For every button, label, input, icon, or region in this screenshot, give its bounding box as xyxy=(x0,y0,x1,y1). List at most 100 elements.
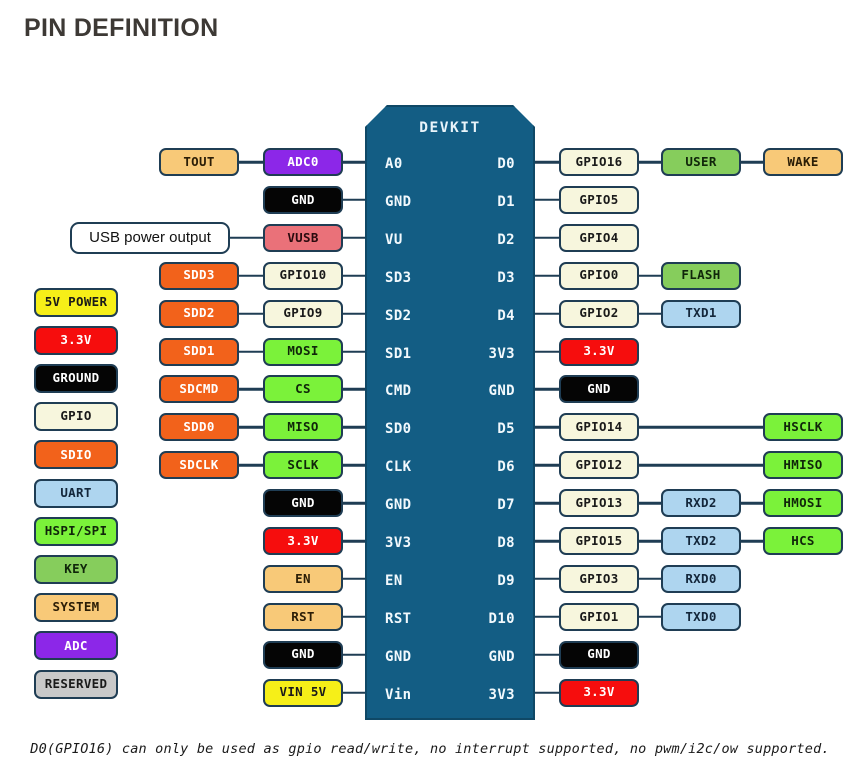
pin-chip-hmiso: HMISO xyxy=(763,451,843,480)
pin-chip-hsclk: HSCLK xyxy=(763,413,843,442)
devkit-board: DEVKIT A0 GND VU SD3 SD2 SD1 CMD SD0 CLK GND 3V3 EN… xyxy=(365,105,535,720)
wire-right-mid-to-outer-9 xyxy=(741,501,763,505)
pin-chip-txd0: TXD0 xyxy=(661,602,741,631)
wire-right-inner-to-mid-11 xyxy=(639,577,661,581)
board-left-pin-cmd: CMD xyxy=(385,383,412,400)
pin-chip-tout: TOUT xyxy=(159,148,239,176)
pin-chip-rxd0: RXD0 xyxy=(661,564,741,593)
wire-left-inner-to-board-6 xyxy=(343,388,365,391)
board-left-pin-a0: A0 xyxy=(385,156,403,172)
pin-chip-mosi: MOSI xyxy=(263,337,343,366)
wire-right-inner-to-mid-9 xyxy=(639,501,661,505)
board-left-pin-vu: VU xyxy=(385,231,403,248)
wire-right-inner-to-mid-12 xyxy=(639,615,661,619)
pin-chip-en: EN xyxy=(263,564,343,593)
wire-right-inner-to-outer-8 xyxy=(639,463,763,467)
board-left-pin-sd0: SD0 xyxy=(385,421,412,438)
board-right-pin-gnd: GND xyxy=(488,383,515,400)
pin-chip-rst: RST xyxy=(263,602,343,631)
pin-chip-gpio3-r: GPIO3 xyxy=(559,564,639,593)
wire-right-inner-to-mid-10 xyxy=(639,539,661,543)
pin-chip-cs: CS xyxy=(263,375,343,404)
pin-chip-flash: FLASH xyxy=(661,261,741,290)
pin-chip-rxd2: RXD2 xyxy=(661,489,741,518)
board-left-pin-clk: CLK xyxy=(385,459,412,476)
pin-chip-vusb: VUSB xyxy=(263,223,343,252)
board-left-pin-3v3: 3V3 xyxy=(385,535,412,551)
pin-chip-hmosi: HMOSI xyxy=(763,489,843,518)
board-left-pin-en: EN xyxy=(385,572,403,589)
legend-item-reserved: RESERVED xyxy=(34,669,118,699)
wire-board-to-right-inner-0 xyxy=(535,160,559,164)
pin-chip-txd1: TXD1 xyxy=(661,299,741,328)
pin-chip-hcs: HCS xyxy=(763,527,843,555)
board-right-pin-d4: D4 xyxy=(497,307,515,324)
wire-left-outer-to-inner-8 xyxy=(239,463,263,467)
wire-board-to-right-inner-9 xyxy=(535,501,559,505)
board-right-pin-d5: D5 xyxy=(497,421,515,438)
wire-left-inner-to-board-4 xyxy=(343,312,365,315)
wire-board-to-right-inner-3 xyxy=(535,274,559,277)
board-right-pin-d3: D3 xyxy=(497,269,515,286)
wire-board-to-right-inner-2 xyxy=(535,236,559,240)
board-right-pin-3v3: 3V3 xyxy=(488,345,515,362)
pin-chip-gpio2-r: GPIO2 xyxy=(559,299,639,328)
pin-chip-gpio10: GPIO10 xyxy=(263,261,343,290)
pin-chip-sdd3: SDD3 xyxy=(159,261,239,290)
legend-item-5v-power: 5V POWER xyxy=(34,287,118,317)
wire-board-to-right-inner-5 xyxy=(535,350,559,353)
wire-left-outer-to-inner-4 xyxy=(239,312,263,315)
pin-chip-gnd-r: GND xyxy=(559,375,639,404)
wire-board-to-right-inner-13 xyxy=(535,653,559,656)
pin-chip-vin-5v: VIN 5V xyxy=(263,678,343,707)
pin-chip-gnd: GND xyxy=(263,185,343,214)
wire-right-inner-to-mid-4 xyxy=(639,312,661,315)
legend-item-key: KEY xyxy=(34,554,118,584)
board-right-pin-gnd: GND xyxy=(488,648,515,665)
pin-chip-sclk: SCLK xyxy=(263,451,343,480)
wire-board-to-right-inner-6 xyxy=(535,388,559,391)
board-right-pin-d8: D8 xyxy=(497,535,515,551)
board-right-pin-d1: D1 xyxy=(497,193,515,210)
wire-board-to-right-inner-4 xyxy=(535,312,559,315)
board-left-pin-gnd: GND xyxy=(385,648,412,665)
legend-item-uart: UART xyxy=(34,478,118,508)
pin-chip-gpio0-r: GPIO0 xyxy=(559,261,639,290)
wire-board-to-right-inner-1 xyxy=(535,198,559,202)
pin-chip-gpio14-r: GPIO14 xyxy=(559,413,639,442)
wire-left-inner-to-board-1 xyxy=(343,198,365,202)
board-left-pin-vin: Vin xyxy=(385,686,412,703)
page-title: PIN DEFINITION xyxy=(24,14,219,42)
pin-chip-3-3v-r: 3.3V xyxy=(559,337,639,366)
wire-left-inner-to-board-9 xyxy=(343,501,365,505)
pin-chip-gpio9: GPIO9 xyxy=(263,299,343,328)
legend-item-adc: ADC xyxy=(34,631,118,661)
footnote: D0(GPIO16) can only be used as gpio read… xyxy=(30,741,830,757)
board-right-pin-d6: D6 xyxy=(497,459,515,476)
wire-left-outer-to-inner-6 xyxy=(239,388,263,391)
board-right-pin-3v3: 3V3 xyxy=(488,686,515,703)
wire-usb-callout-to-vusb xyxy=(230,236,263,240)
pin-chip-sdclk: SDCLK xyxy=(159,451,239,480)
wire-board-to-right-inner-7 xyxy=(535,426,559,429)
wire-right-mid-to-outer-10 xyxy=(741,539,763,543)
board-right-pin-d0: D0 xyxy=(497,156,515,172)
wire-right-inner-to-mid-3 xyxy=(639,274,661,277)
pin-chip-wake: WAKE xyxy=(763,148,843,176)
wire-left-inner-to-board-12 xyxy=(343,615,365,619)
board-left-pin-sd3: SD3 xyxy=(385,269,412,286)
wire-board-to-right-inner-10 xyxy=(535,539,559,543)
pin-chip-3-3v-r: 3.3V xyxy=(559,678,639,707)
pin-chip-user: USER xyxy=(661,148,741,176)
board-left-pin-rst: RST xyxy=(385,610,412,627)
pin-chip-gpio1-r: GPIO1 xyxy=(559,602,639,631)
wire-left-inner-to-board-14 xyxy=(343,691,365,694)
pin-chip-sdd1: SDD1 xyxy=(159,337,239,366)
wire-right-inner-to-outer-7 xyxy=(639,426,763,429)
legend-item-ground: GROUND xyxy=(34,363,118,393)
pin-chip-gnd-r: GND xyxy=(559,640,639,669)
board-right-pin-d9: D9 xyxy=(497,572,515,589)
board-left-pin-sd1: SD1 xyxy=(385,345,412,362)
pin-chip-sdd2: SDD2 xyxy=(159,299,239,328)
wire-left-inner-to-board-11 xyxy=(343,577,365,581)
